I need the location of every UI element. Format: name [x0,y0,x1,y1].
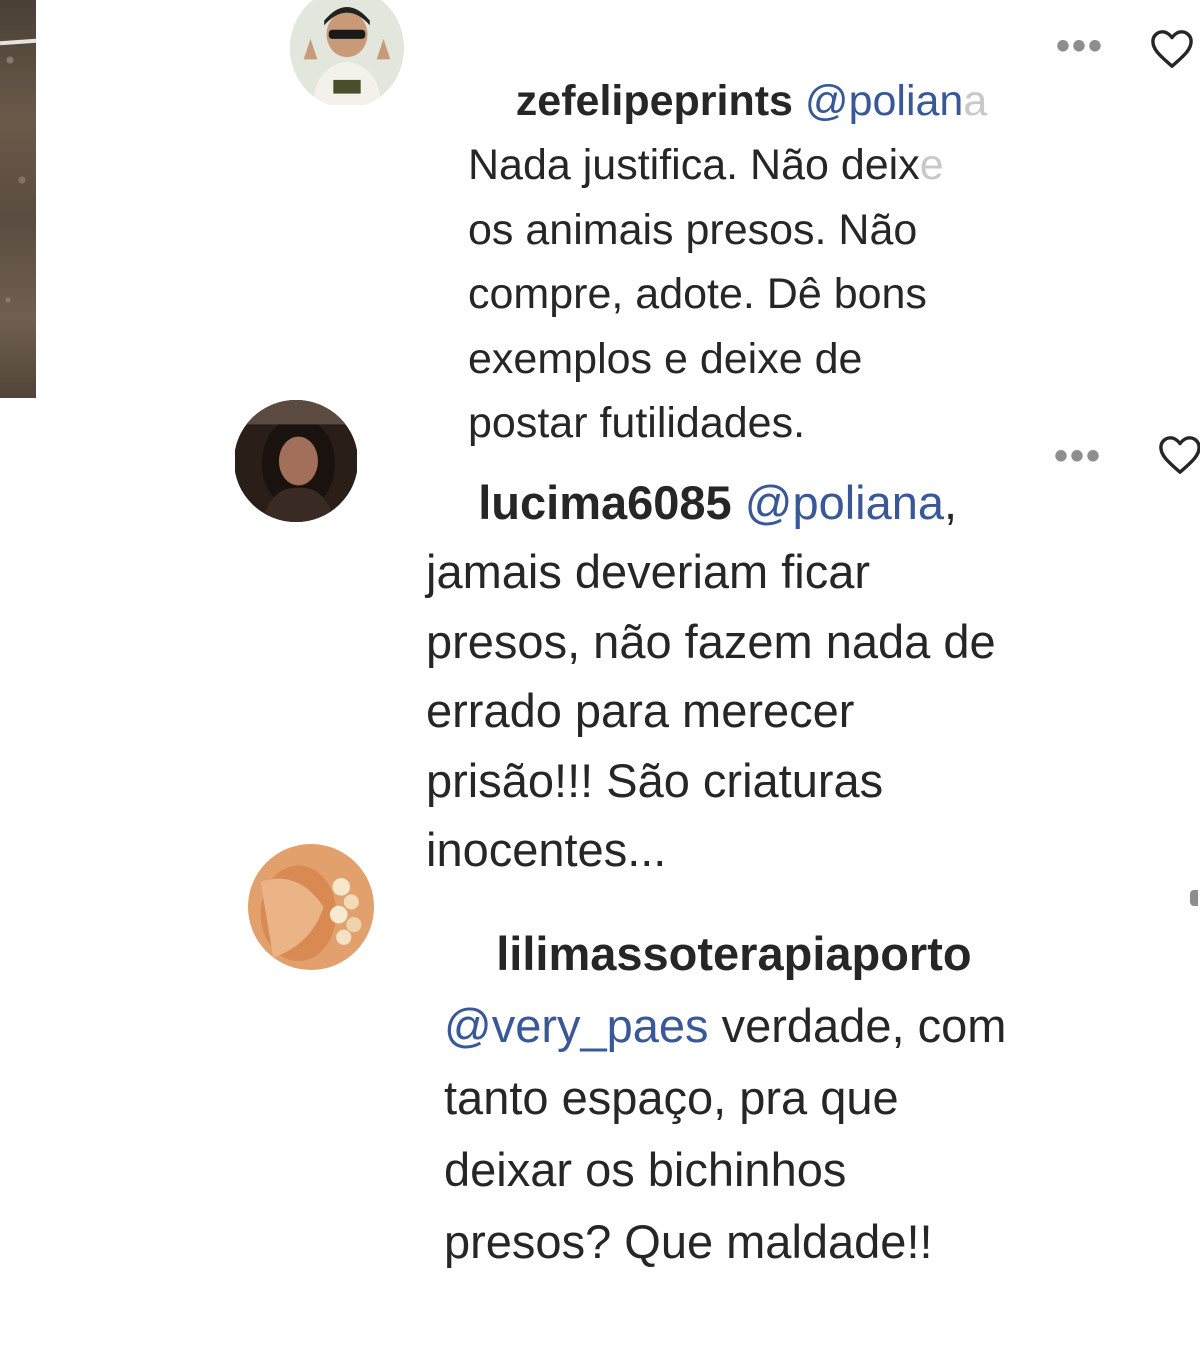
heart-icon[interactable] [1156,434,1200,476]
more-options-icon-partial[interactable] [1190,890,1198,906]
more-options-icon[interactable]: ••• [1054,436,1102,476]
comment-username[interactable]: zefelipeprints [516,77,793,125]
more-options-icon[interactable]: ••• [1056,26,1104,66]
comment-mention[interactable]: @poliana [805,77,987,125]
avatar[interactable] [248,844,374,970]
heart-icon[interactable] [1148,28,1196,70]
post-photo-edge [0,0,37,398]
comment-username[interactable]: lucima6085 [478,476,731,529]
comment-body: lilimassoterapiaporto @very_paes verdade,… [444,927,1007,1268]
comment-mention[interactable]: @poliana [745,476,944,529]
avatar[interactable] [290,0,404,108]
avatar[interactable] [234,400,358,522]
comment-mention[interactable]: @very_paes [444,999,709,1052]
comment-username[interactable]: lilimassoterapiaporto [496,927,971,980]
